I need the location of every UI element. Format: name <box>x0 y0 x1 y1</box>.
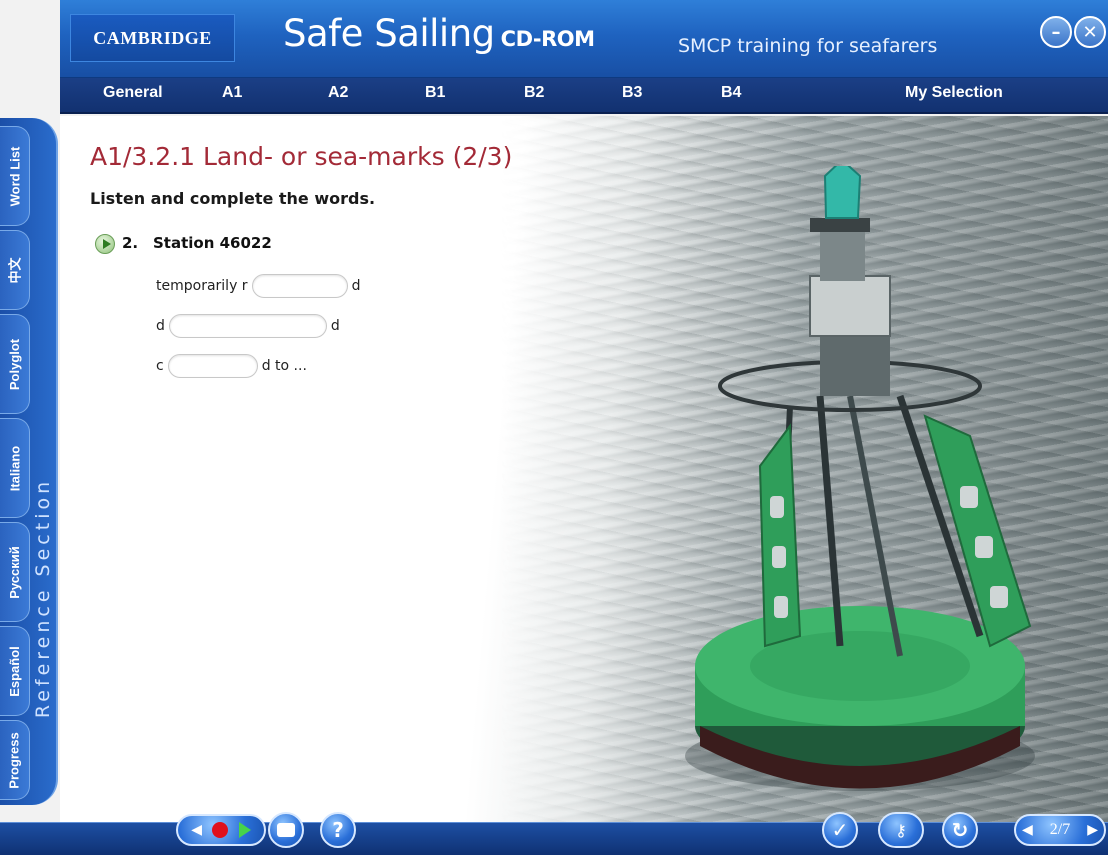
item-number: 2. <box>122 234 139 252</box>
nav-my-selection[interactable]: My Selection <box>905 84 1003 102</box>
check-button[interactable]: ✓ <box>822 812 858 848</box>
reference-sidebar: Word List 中文 Polyglot Italiano Русский E… <box>0 118 58 805</box>
answer-row-3: c d to ... <box>156 354 307 378</box>
app-title: Safe Sailing CD-ROM <box>283 12 595 55</box>
close-icon: ✕ <box>1082 21 1098 43</box>
row-2-suffix: d <box>330 318 340 334</box>
tab-espanol-label: Español <box>7 645 23 697</box>
help-icon: ? <box>332 818 344 842</box>
print-icon <box>277 823 295 837</box>
nav-a2[interactable]: A2 <box>328 84 348 102</box>
help-button[interactable]: ? <box>320 812 356 848</box>
tab-chinese-label: 中文 <box>7 256 23 284</box>
tab-progress[interactable]: Progress <box>0 720 30 800</box>
record-button[interactable]: ◀ <box>176 814 266 846</box>
exercise-instruction: Listen and complete the words. <box>90 189 376 208</box>
nav-general[interactable]: General <box>103 84 163 102</box>
minimize-icon: – <box>1051 21 1061 43</box>
nav-b1[interactable]: B1 <box>425 84 445 102</box>
answer-row-2: d d <box>156 314 340 338</box>
page-navigator: ◀ 2/7 ▶ <box>1014 814 1106 846</box>
tab-italiano-label: Italiano <box>7 445 23 491</box>
tab-word-list-label: Word List <box>7 146 23 206</box>
row-3-suffix: d to ... <box>261 358 307 374</box>
check-icon: ✓ <box>831 818 849 842</box>
speaker-icon: ◀ <box>191 822 202 838</box>
page-indicator: 2/7 <box>1049 821 1071 838</box>
record-icon <box>212 822 229 838</box>
reference-section-label: Reference Section <box>32 477 54 719</box>
app-tagline: SMCP training for seafarers <box>678 35 938 57</box>
play-audio-button[interactable] <box>95 234 115 254</box>
answer-row-1: temporarily r d <box>156 274 360 298</box>
row-3-prefix: c <box>156 358 164 374</box>
buoy-image <box>685 166 1035 791</box>
tab-progress-label: Progress <box>7 731 22 789</box>
app-title-suffix: CD-ROM <box>500 27 595 51</box>
level-nav: General A1 A2 B1 B2 B3 B4 My Selection <box>60 78 1108 114</box>
row-2-prefix: d <box>156 318 165 334</box>
play-icon <box>238 822 251 838</box>
answer-input-1[interactable] <box>251 274 348 298</box>
app-header: CAMBRIDGE Safe Sailing CD-ROM SMCP traini… <box>0 0 1108 78</box>
exercise-title: A1/3.2.1 Land- or sea-marks (2/3) <box>90 142 513 171</box>
row-1-suffix: d <box>351 278 361 294</box>
minimize-button[interactable]: – <box>1040 16 1072 48</box>
tab-chinese[interactable]: 中文 <box>0 230 30 310</box>
tab-espanol[interactable]: Español <box>0 626 30 716</box>
answer-input-3[interactable] <box>167 354 258 378</box>
print-button[interactable] <box>268 812 304 848</box>
nav-a1[interactable]: A1 <box>222 84 242 102</box>
app-title-main: Safe Sailing <box>283 12 495 55</box>
key-button[interactable]: ⚷ <box>878 812 924 848</box>
exercise-panel: A1/3.2.1 Land- or sea-marks (2/3) Listen… <box>60 116 1108 822</box>
cambridge-logo: CAMBRIDGE <box>70 14 235 62</box>
tab-polyglot[interactable]: Polyglot <box>0 314 30 414</box>
key-icon: ⚷ <box>895 820 907 840</box>
header-corner <box>0 0 60 118</box>
nav-b2[interactable]: B2 <box>524 84 544 102</box>
tab-russian[interactable]: Русский <box>0 522 30 622</box>
answer-input-2[interactable] <box>168 314 327 338</box>
row-1-prefix: temporarily r <box>156 278 248 294</box>
tab-italiano[interactable]: Italiano <box>0 418 30 518</box>
prev-page-icon[interactable]: ◀ <box>1022 822 1033 839</box>
reset-button[interactable]: ↻ <box>942 812 978 848</box>
nav-b4[interactable]: B4 <box>721 84 741 102</box>
next-page-icon[interactable]: ▶ <box>1087 822 1098 839</box>
tab-word-list[interactable]: Word List <box>0 126 30 226</box>
reset-icon: ↻ <box>951 818 969 842</box>
tab-polyglot-label: Polyglot <box>7 338 22 390</box>
nav-b3[interactable]: B3 <box>622 84 642 102</box>
close-button[interactable]: ✕ <box>1074 16 1106 48</box>
item-title: Station 46022 <box>153 234 272 252</box>
tab-russian-label: Русский <box>7 545 22 599</box>
